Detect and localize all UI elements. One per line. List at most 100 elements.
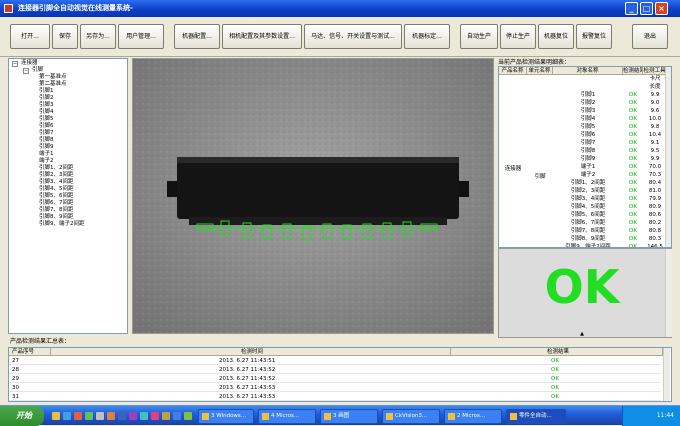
user-management-button[interactable]: 用户管理... xyxy=(118,24,164,49)
object-tree[interactable]: − 连接器 − 引脚 第一基准点 第二基准点 引脚1 引脚2 引脚3 引脚4 引脚5 引脚6 引… xyxy=(8,58,128,334)
detail-result-cell: OK xyxy=(629,92,637,98)
tree-collapse-icon[interactable]: − xyxy=(23,68,29,74)
tree-item[interactable]: 引脚1 xyxy=(39,88,54,95)
unit-name-cell: 引脚 xyxy=(534,174,546,180)
tree-item[interactable]: 端子1 xyxy=(39,151,54,158)
camera-config-button[interactable]: 相机配置及其参数设置... xyxy=(222,24,302,49)
summary-time: 2013. 6.27 11:43:53 xyxy=(219,385,276,391)
tree-root[interactable]: 连接器 xyxy=(21,60,38,67)
detail-result-cell: OK xyxy=(629,132,637,138)
tree-item[interactable]: 引脚6、7间距 xyxy=(39,200,74,207)
detail-value-cell: 81.0 xyxy=(648,188,662,194)
quick-launch-icon[interactable] xyxy=(173,412,181,420)
detail-object-cell: 引脚5、6间距 xyxy=(570,212,606,218)
exit-button[interactable]: 退出 xyxy=(632,24,668,49)
auto-produce-button[interactable]: 自动生产 xyxy=(460,24,498,49)
task-windows[interactable]: 3 Windows... xyxy=(198,409,254,424)
col-product-name[interactable]: 产品名称 xyxy=(499,67,527,75)
task-paint[interactable]: 3 画图 xyxy=(320,409,378,424)
tree-group[interactable]: 引脚 xyxy=(32,67,43,74)
col-object-name[interactable]: 对象名称 xyxy=(553,67,623,75)
summary-row[interactable]: 29 2013. 6.27 11:43:52 OK xyxy=(9,375,661,383)
tree-item[interactable]: 第二基准点 xyxy=(39,81,67,88)
stop-produce-button[interactable]: 停止生产 xyxy=(500,24,536,49)
quick-launch-icon[interactable] xyxy=(118,412,126,420)
tree-item[interactable]: 引脚5、6间距 xyxy=(39,193,74,200)
tree-item[interactable]: 引脚3、4间距 xyxy=(39,179,74,186)
detail-object-cell: 引脚3、4间距 xyxy=(570,196,606,202)
summary-row[interactable]: 31 2013. 6.27 11:43:53 OK xyxy=(9,393,661,401)
task-microsoft-1[interactable]: 4 Micros... xyxy=(258,409,316,424)
open-button[interactable]: 打开... xyxy=(10,24,50,49)
minimize-button[interactable]: _ xyxy=(625,2,638,15)
result-scrollbar[interactable] xyxy=(665,249,672,337)
machine-calibrate-button[interactable]: 机器标定... xyxy=(404,24,450,49)
tree-item[interactable]: 引脚4、5间距 xyxy=(39,186,74,193)
close-button[interactable]: × xyxy=(655,2,668,15)
col-time[interactable]: 检测时间 xyxy=(51,348,451,356)
detail-value-cell: 80.8 xyxy=(648,228,662,234)
quick-launch-icon[interactable] xyxy=(52,412,60,420)
tree-item[interactable]: 引脚2、3间距 xyxy=(39,172,74,179)
tree-item[interactable]: 引脚7 xyxy=(39,130,54,137)
quick-launch-icon[interactable] xyxy=(107,412,115,420)
quick-launch-icon[interactable] xyxy=(129,412,137,420)
quick-launch-icon[interactable] xyxy=(184,412,192,420)
task-label: 4 Micros... xyxy=(271,413,300,419)
col-unit-name[interactable]: 单元名称 xyxy=(527,67,553,75)
quick-launch-icon[interactable] xyxy=(63,412,71,420)
save-as-button[interactable]: 另存为... xyxy=(80,24,116,49)
motor-signal-button[interactable]: 马达、信号、开关设置与测试... xyxy=(304,24,402,49)
task-inspection-app[interactable]: 零件全自动... xyxy=(506,409,566,424)
tree-item[interactable]: 引脚1、2间距 xyxy=(39,165,74,172)
summary-result: OK xyxy=(551,367,559,373)
detail-object-cell: 引脚5 xyxy=(580,124,596,130)
task-microsoft-2[interactable]: 2 Micros... xyxy=(444,409,502,424)
tree-item[interactable]: 引脚9 xyxy=(39,144,54,151)
maximize-button[interactable]: □ xyxy=(640,2,653,15)
tree-item[interactable]: 引脚8 xyxy=(39,137,54,144)
tree-item[interactable]: 引脚8、9间距 xyxy=(39,214,74,221)
ok-indicator: OK xyxy=(544,260,620,314)
tree-item[interactable]: 引脚5 xyxy=(39,116,54,123)
tree-item[interactable]: 引脚2 xyxy=(39,95,54,102)
col-seq[interactable]: 产品序号 xyxy=(9,348,51,356)
detail-object-cell: 引脚4、5间距 xyxy=(570,204,606,210)
summary-row[interactable]: 28 2013. 6.27 11:43:52 OK xyxy=(9,366,661,374)
tree-item[interactable]: 引脚4 xyxy=(39,109,54,116)
quick-launch-icon[interactable] xyxy=(151,412,159,420)
summary-table[interactable]: 产品序号 检测时间 检测结果 27 2013. 6.27 11:43:51 OK 28… xyxy=(8,347,672,402)
quick-launch-icon[interactable] xyxy=(140,412,148,420)
clock[interactable]: 11:44 xyxy=(657,412,674,419)
task-ckvision[interactable]: CkVision3... xyxy=(382,409,440,424)
app-icon xyxy=(4,4,13,13)
tree-collapse-icon[interactable]: − xyxy=(12,61,18,67)
start-button[interactable]: 开始 xyxy=(0,406,44,426)
summary-scrollbar[interactable] xyxy=(663,348,670,401)
col-result[interactable]: 检测结果 xyxy=(451,348,663,356)
tree-item[interactable]: 引脚6 xyxy=(39,123,54,130)
quick-launch-icon[interactable] xyxy=(96,412,104,420)
machine-config-button[interactable]: 机器配置... xyxy=(174,24,220,49)
save-button[interactable]: 保存 xyxy=(52,24,78,49)
summary-row[interactable]: 27 2013. 6.27 11:43:51 OK xyxy=(9,357,661,365)
quick-launch-icon[interactable] xyxy=(162,412,170,420)
detail-table[interactable]: 产品名称 单元名称 对象名称 检测结果 检测工具 卡尺 长度 连接器 引脚 引脚… xyxy=(498,66,672,248)
taskbar: 开始 3 Windows... 4 Micros... 3 画图 CkVisio… xyxy=(0,405,680,426)
summary-row[interactable]: 30 2013. 6.27 11:43:53 OK xyxy=(9,384,661,392)
tree-item[interactable]: 端子2 xyxy=(39,158,54,165)
quick-launch-icon[interactable] xyxy=(74,412,82,420)
alarm-reset-button[interactable]: 报警复位 xyxy=(576,24,612,49)
tree-item[interactable]: 引脚3 xyxy=(39,102,54,109)
tree-item[interactable]: 第一基准点 xyxy=(39,74,67,81)
tree-item[interactable]: 引脚9、端子2间距 xyxy=(39,221,85,228)
scroll-up-icon[interactable]: ▲ xyxy=(577,331,587,337)
quick-launch-icon[interactable] xyxy=(85,412,93,420)
detail-result-cell: OK xyxy=(629,140,637,146)
summary-time: 2013. 6.27 11:43:53 xyxy=(219,394,276,400)
detail-scrollbar[interactable] xyxy=(665,67,671,247)
machine-reset-button[interactable]: 机器复位 xyxy=(538,24,574,49)
tree-item[interactable]: 引脚7、8间距 xyxy=(39,207,74,214)
col-tool[interactable]: 检测工具 xyxy=(643,67,667,75)
col-result[interactable]: 检测结果 xyxy=(623,67,643,75)
